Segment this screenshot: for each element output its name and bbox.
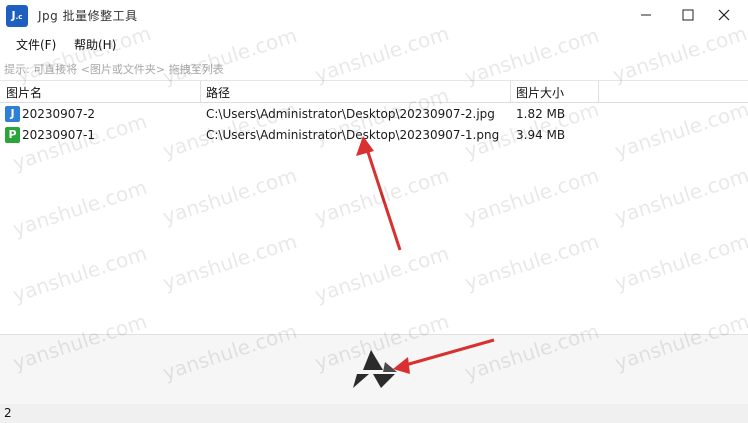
menu-help[interactable]: 帮助(H): [74, 36, 116, 53]
app-icon: J.c: [6, 5, 28, 27]
file-name: 20230907-2: [22, 107, 96, 121]
status-bar: 2: [0, 404, 748, 423]
hint-bar: 提示: 可直接将 <图片或文件夹> 拖拽至列表: [0, 56, 748, 81]
file-count: 2: [4, 406, 12, 420]
table-header: 图片名 路径 图片大小: [0, 81, 748, 103]
menu-file[interactable]: 文件(F): [16, 36, 56, 53]
title-bar: J.c Jpg 批量修整工具: [0, 0, 748, 32]
file-size: 3.94 MB: [516, 128, 566, 142]
table-row[interactable]: P 20230907-1 C:\Users\Administrator\Desk…: [0, 125, 748, 146]
column-divider[interactable]: [200, 81, 201, 102]
file-path: C:\Users\Administrator\Desktop\20230907-…: [206, 107, 495, 121]
file-list[interactable]: 图片名 路径 图片大小 J 20230907-2 C:\Users\Admini…: [0, 81, 748, 333]
table-row[interactable]: J 20230907-2 C:\Users\Administrator\Desk…: [0, 104, 748, 125]
column-divider[interactable]: [598, 81, 599, 102]
minimize-icon[interactable]: [636, 6, 656, 24]
file-name: 20230907-1: [22, 128, 96, 142]
close-icon[interactable]: [714, 6, 734, 24]
jpg-file-icon: J: [5, 106, 20, 122]
menu-bar: 文件(F) 帮助(H): [0, 33, 748, 55]
column-header-name[interactable]: 图片名: [6, 84, 42, 101]
drag-hint-text: 提示: 可直接将 <图片或文件夹> 拖拽至列表: [4, 63, 224, 76]
png-file-icon: P: [5, 127, 20, 143]
start-process-logo-icon[interactable]: [351, 348, 399, 388]
file-path: C:\Users\Administrator\Desktop\20230907-…: [206, 128, 500, 142]
file-size: 1.82 MB: [516, 107, 566, 121]
column-header-size[interactable]: 图片大小: [516, 84, 564, 101]
column-divider[interactable]: [510, 81, 511, 102]
action-panel: [0, 334, 748, 405]
maximize-icon[interactable]: [678, 6, 698, 24]
column-header-path[interactable]: 路径: [206, 84, 230, 101]
window-title: Jpg 批量修整工具: [38, 9, 138, 23]
